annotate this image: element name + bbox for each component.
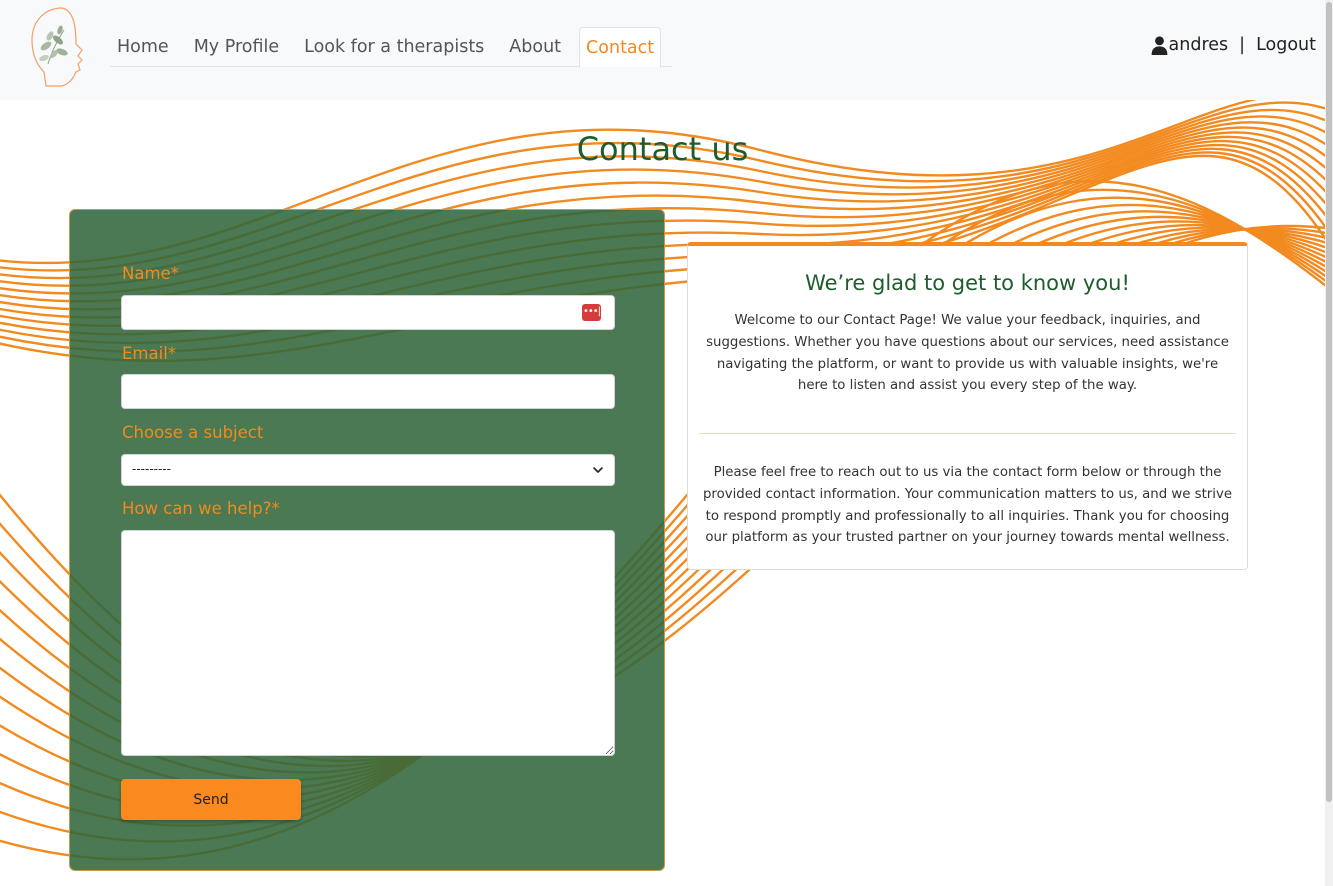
subject-label: Choose a subject (122, 423, 264, 442)
name-input[interactable] (121, 295, 615, 330)
nav-link-home[interactable]: Home (110, 27, 176, 66)
scrollbar-thumb[interactable] (1326, 2, 1332, 802)
email-label: Email* (122, 344, 177, 363)
username-label[interactable]: andres (1169, 35, 1229, 55)
nav-link-contact[interactable]: Contact (579, 27, 662, 67)
password-manager-icon[interactable]: •••| (582, 304, 601, 321)
info-divider (699, 433, 1236, 434)
info-paragraph-reach-out: Please feel free to reach out to us via … (702, 465, 1233, 546)
leaf-face-logo-icon[interactable] (22, 6, 88, 90)
logout-link[interactable]: Logout (1256, 35, 1316, 55)
info-paragraph-welcome: Welcome to our Contact Page! We value yo… (706, 313, 1229, 394)
contact-form: Name* •••| Email* Choose a subject -----… (69, 209, 665, 871)
welcome-info-card: We’re glad to get to know you! Welcome t… (687, 242, 1248, 570)
nav-link-look-for-therapists[interactable]: Look for a therapists (297, 27, 491, 66)
nav-link-my-profile[interactable]: My Profile (187, 27, 286, 66)
user-menu: andres | Logout (1151, 35, 1316, 55)
message-label: How can we help?* (122, 499, 280, 518)
message-textarea[interactable] (121, 530, 615, 756)
top-navbar: Home My Profile Look for a therapists Ab… (0, 0, 1325, 100)
send-button[interactable]: Send (121, 779, 301, 820)
chevron-down-icon (593, 467, 603, 473)
subject-select[interactable]: --------- (121, 454, 615, 486)
email-input[interactable] (121, 374, 615, 409)
nav-link-about[interactable]: About (502, 27, 568, 66)
page-scrollbar[interactable] (1325, 0, 1333, 886)
nav-separator: | (1239, 35, 1246, 55)
person-icon (1151, 35, 1167, 55)
page-title: Contact us (576, 130, 749, 168)
main-nav-tabs: Home My Profile Look for a therapists Ab… (110, 27, 673, 67)
name-label: Name* (122, 264, 179, 283)
info-heading: We’re glad to get to know you! (805, 271, 1130, 295)
subject-selected-value: --------- (132, 462, 171, 476)
